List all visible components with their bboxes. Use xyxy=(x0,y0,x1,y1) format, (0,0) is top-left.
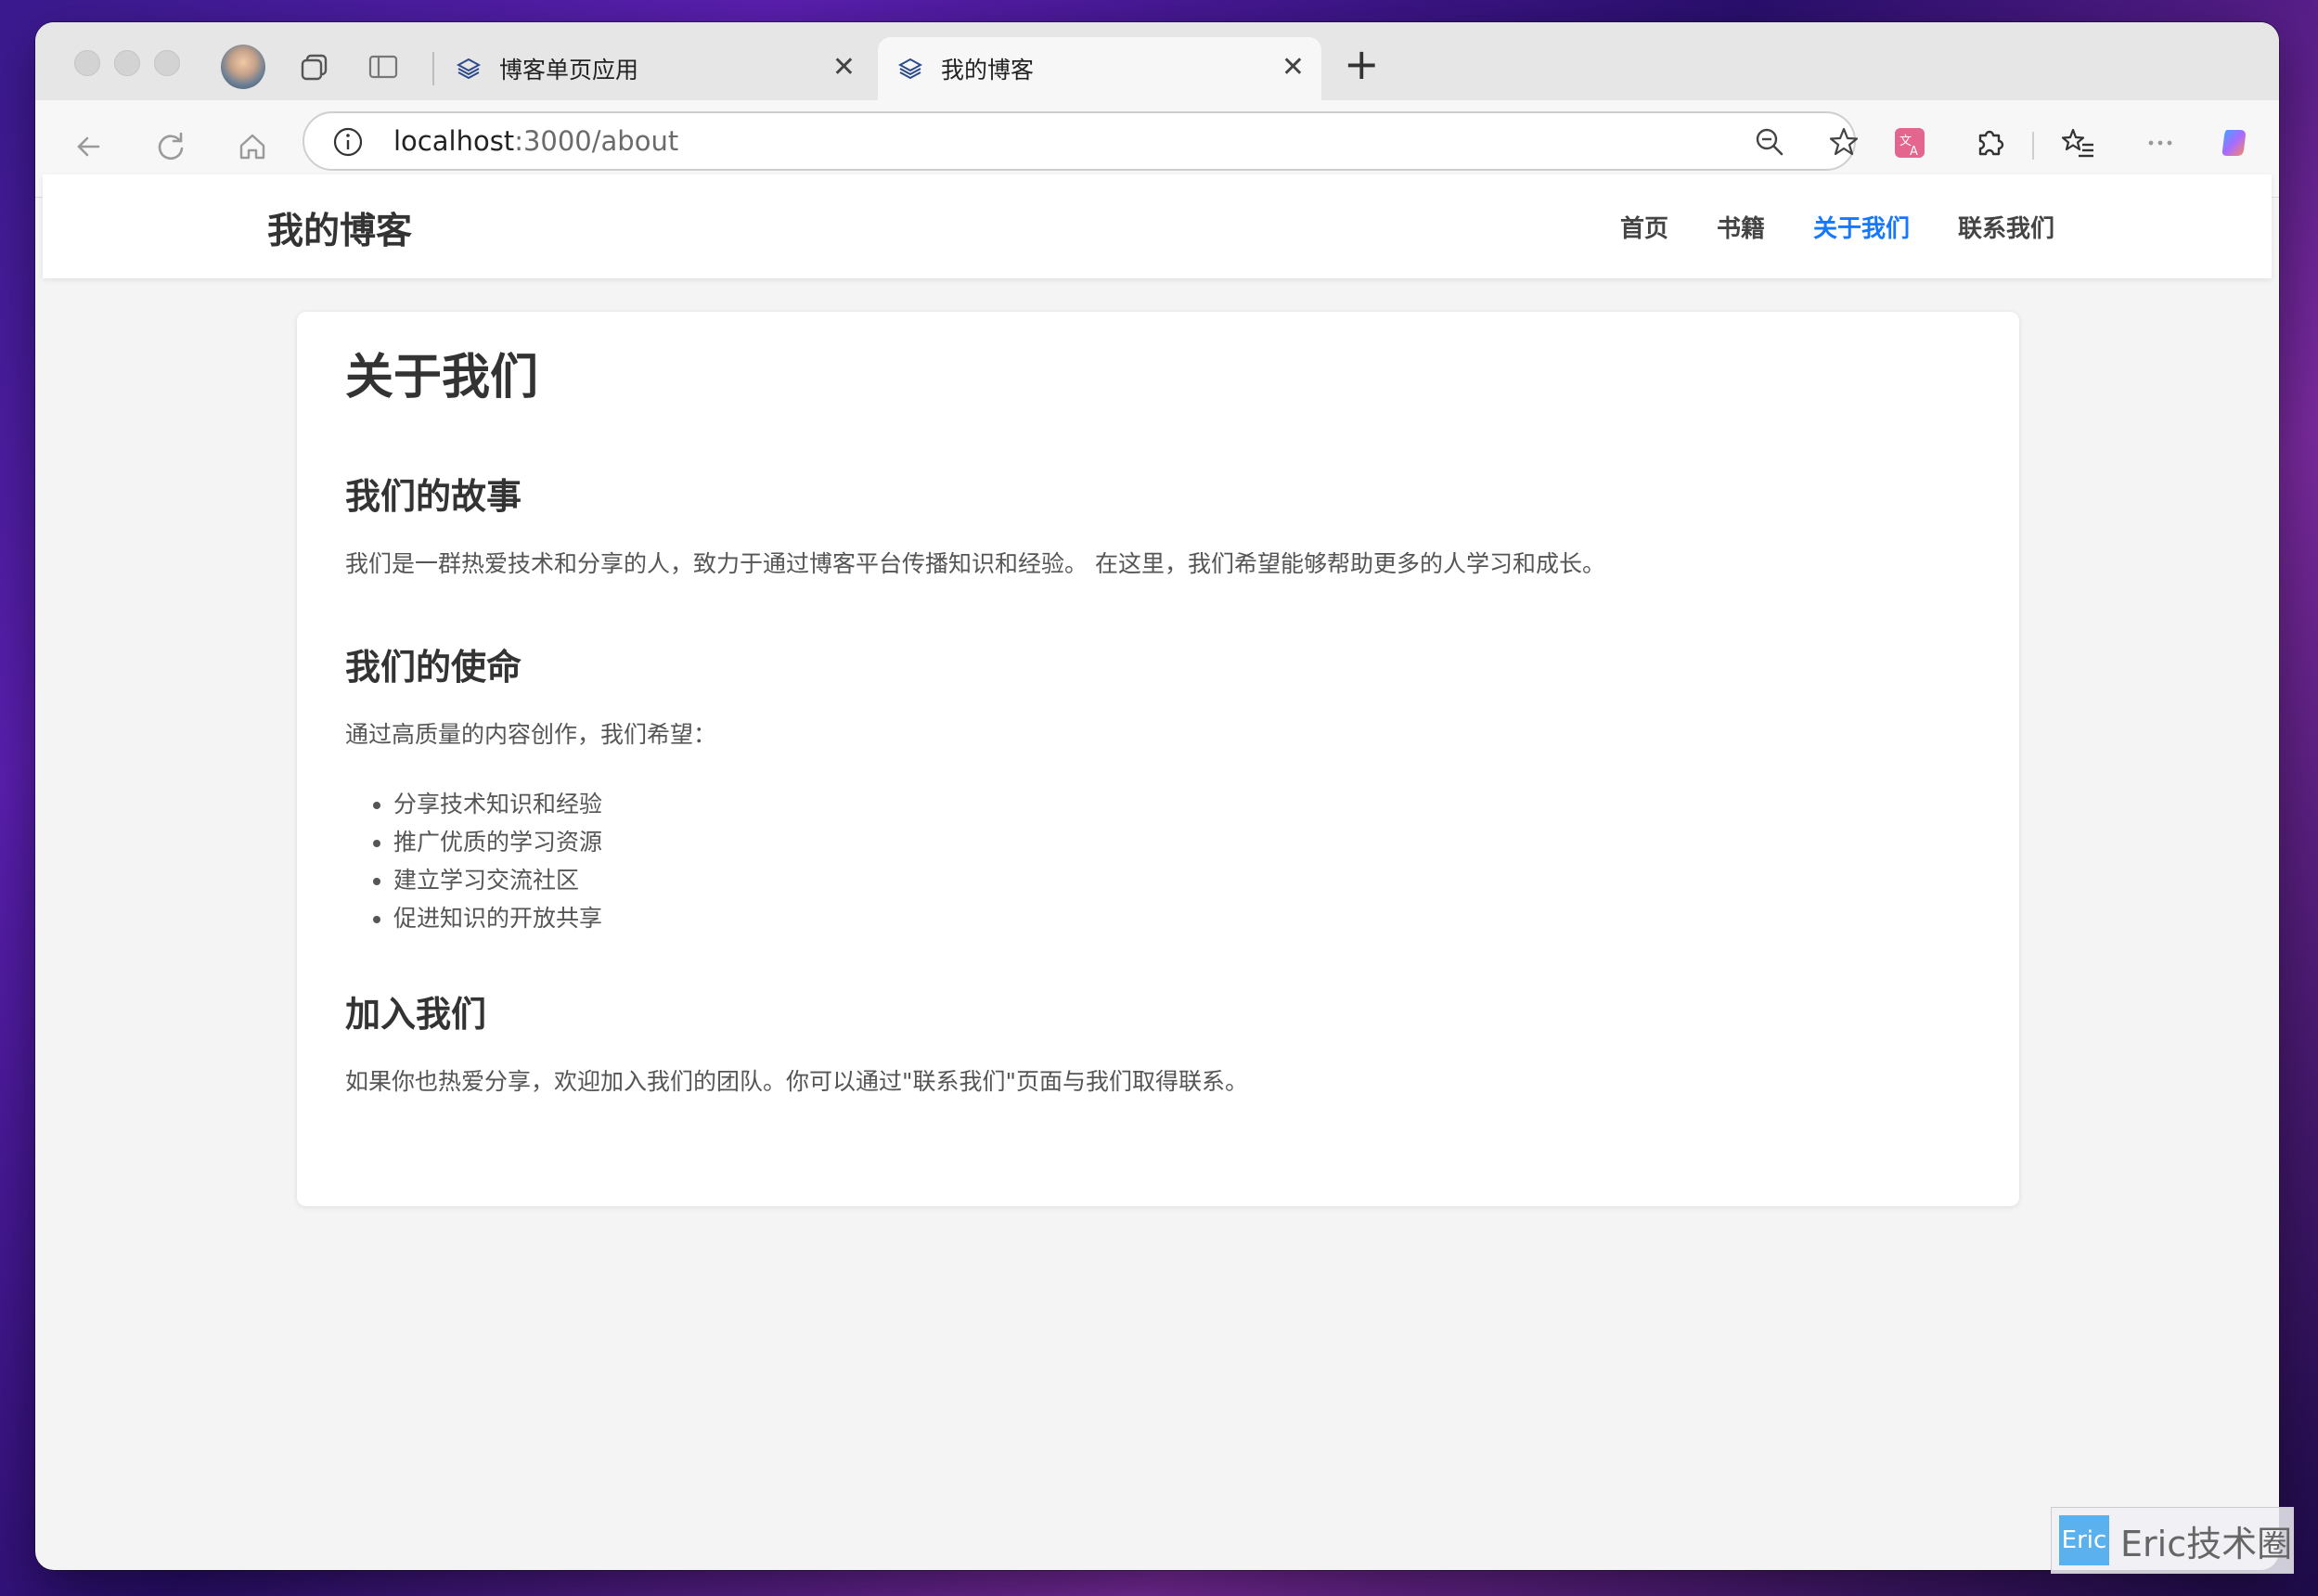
tab-strip: 博客单页应用 ✕ 我的博客 ✕ + xyxy=(35,22,2279,100)
list-item: 建立学习交流社区 xyxy=(393,861,602,899)
nav-about[interactable]: 关于我们 xyxy=(1813,210,1910,244)
story-heading: 我们的故事 xyxy=(345,476,522,517)
url-text: localhost:3000/about xyxy=(393,125,678,157)
back-arrow-icon[interactable] xyxy=(71,128,108,165)
info-icon[interactable] xyxy=(332,126,364,158)
tab-separator xyxy=(432,52,434,85)
home-icon[interactable] xyxy=(234,128,271,165)
mission-heading: 我们的使命 xyxy=(345,647,522,688)
list-item: 分享技术知识和经验 xyxy=(393,785,602,823)
tab-title: 我的博客 xyxy=(941,57,1035,84)
page-viewport: 我的博客 首页 书籍 关于我们 联系我们 关于我们 我们的故事 我们是一群热爱技… xyxy=(43,174,2272,1568)
tab-my-blog[interactable]: 我的博客 ✕ xyxy=(878,37,1321,100)
url-path: :3000/about xyxy=(514,125,679,157)
more-options-icon[interactable] xyxy=(2142,124,2179,161)
new-tab-button[interactable]: + xyxy=(1344,43,1380,85)
watermark-logo: Eric xyxy=(2059,1515,2109,1565)
tab-title: 博客单页应用 xyxy=(499,57,639,84)
nav-books[interactable]: 书籍 xyxy=(1717,210,1765,244)
tab-blog-spa[interactable]: 博客单页应用 ✕ xyxy=(436,37,872,100)
site-logo[interactable]: 我的博客 xyxy=(267,202,412,254)
watermark-text: Eric技术圈 xyxy=(2120,1523,2293,1564)
maximize-window-button[interactable] xyxy=(154,50,180,76)
mission-intro: 通过高质量的内容创作，我们希望： xyxy=(345,721,717,748)
copilot-icon[interactable] xyxy=(2216,124,2253,161)
profile-avatar[interactable] xyxy=(221,45,265,89)
address-bar[interactable]: localhost:3000/about xyxy=(303,111,1859,171)
favorites-list-icon[interactable] xyxy=(2060,124,2097,161)
extensions-icon[interactable] xyxy=(1971,124,2008,161)
vertical-tabs-icon[interactable] xyxy=(367,52,399,82)
about-card: 关于我们 我们的故事 我们是一群热爱技术和分享的人，致力于通过博客平台传播知识和… xyxy=(297,312,2019,1206)
join-text: 如果你也热爱分享，欢迎加入我们的团队。你可以通过"联系我们"页面与我们取得联系。 xyxy=(345,1068,1249,1095)
layers-icon xyxy=(898,58,922,80)
page-title: 关于我们 xyxy=(345,350,539,405)
mission-list: 分享技术知识和经验 推广优质的学习资源 建立学习交流社区 促进知识的开放共享 xyxy=(345,785,602,937)
collections-icon[interactable] xyxy=(299,52,330,82)
watermark: Eric Eric技术圈 xyxy=(2051,1507,2294,1574)
url-host: localhost xyxy=(393,125,515,157)
story-text: 我们是一群热爱技术和分享的人，致力于通过博客平台传播知识和经验。 在这里，我们希… xyxy=(345,550,1605,577)
close-icon[interactable]: ✕ xyxy=(1281,54,1305,82)
window-controls xyxy=(74,50,180,76)
svg-text:A: A xyxy=(1910,145,1918,159)
nav-home[interactable]: 首页 xyxy=(1620,210,1668,244)
site-nav: 首页 书籍 关于我们 联系我们 xyxy=(1620,210,2054,244)
join-heading: 加入我们 xyxy=(345,994,487,1035)
site-header: 我的博客 首页 书籍 关于我们 联系我们 xyxy=(43,174,2272,278)
favorite-star-icon[interactable] xyxy=(1828,126,1860,158)
nav-contact[interactable]: 联系我们 xyxy=(1958,210,2054,244)
close-window-button[interactable] xyxy=(74,50,100,76)
refresh-icon[interactable] xyxy=(152,128,189,165)
layers-icon xyxy=(457,58,481,80)
zoom-out-icon[interactable] xyxy=(1754,126,1785,158)
browser-window: 博客单页应用 ✕ 我的博客 ✕ + localhost:3000/about 文… xyxy=(35,22,2279,1570)
toolbar-separator xyxy=(2032,132,2034,160)
close-icon[interactable]: ✕ xyxy=(832,54,856,82)
translate-icon[interactable]: 文 A xyxy=(1891,124,1928,161)
list-item: 推广优质的学习资源 xyxy=(393,823,602,861)
minimize-window-button[interactable] xyxy=(114,50,140,76)
list-item: 促进知识的开放共享 xyxy=(393,899,602,937)
